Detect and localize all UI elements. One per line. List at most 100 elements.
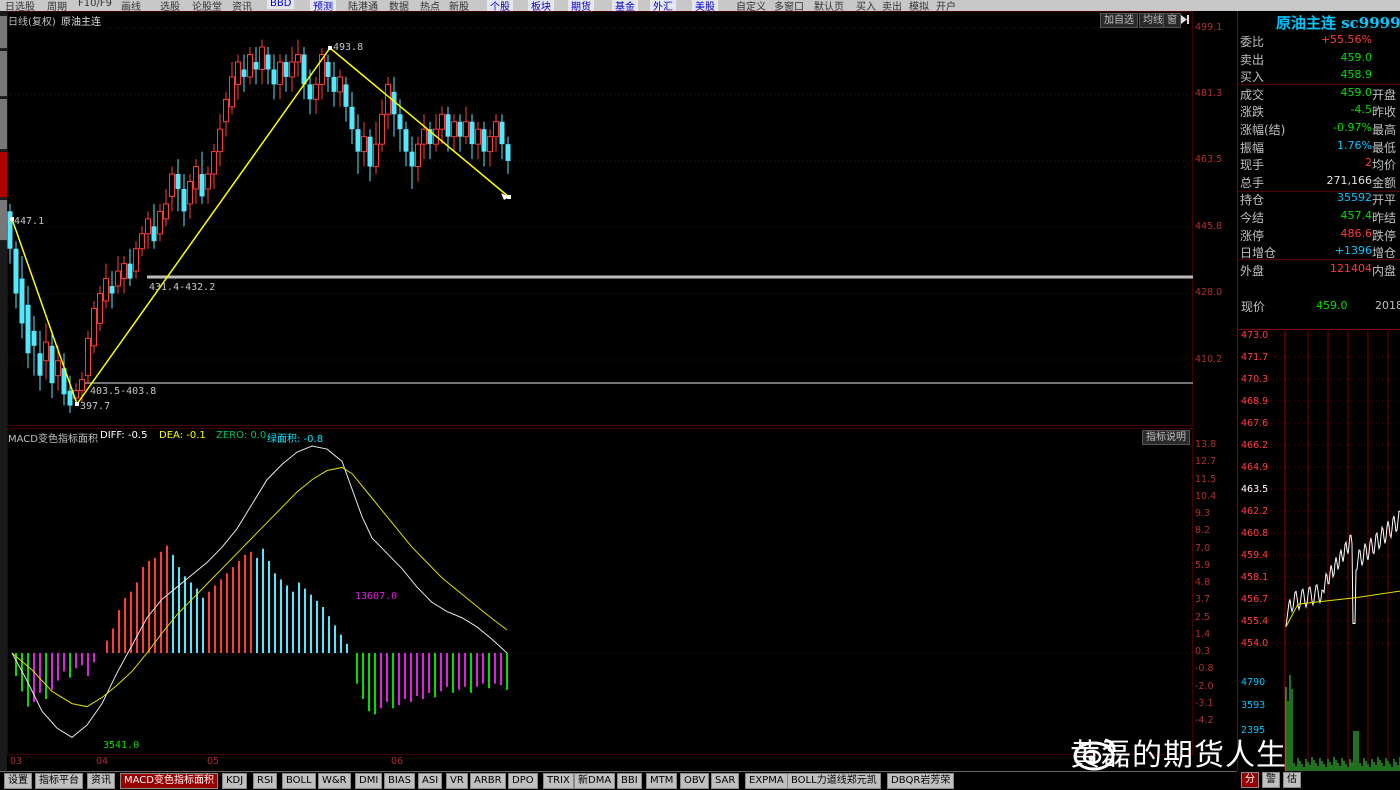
indicator-tab[interactable]: BIAS	[384, 773, 415, 789]
left-strip-button[interactable]	[0, 51, 7, 97]
menu-item[interactable]: 美股	[692, 0, 718, 11]
quote-row: 委比 +55.56%	[1240, 33, 1400, 50]
indicator-tab[interactable]: TRIX	[543, 773, 574, 789]
indicator-tab[interactable]: W&R	[318, 773, 351, 789]
quote-value: 271,166	[1326, 173, 1373, 187]
quote-value: 2	[1365, 156, 1372, 170]
menu-item[interactable]: 资讯	[232, 0, 252, 11]
tab-alert[interactable]: 警	[1262, 772, 1280, 788]
menu-item[interactable]: 板块	[528, 0, 554, 11]
indicator-tab[interactable]: 设置	[4, 773, 32, 789]
tab-intraday[interactable]: 分	[1241, 772, 1259, 788]
menu-item[interactable]: 多窗口	[774, 0, 804, 11]
quote-value: 457.4	[1340, 209, 1373, 222]
indicator-tab[interactable]: RSI	[253, 773, 278, 789]
candle-body-up	[133, 248, 139, 272]
candle-body-up	[97, 293, 103, 324]
menu-item[interactable]: 周期	[47, 0, 67, 11]
menu-item[interactable]: 基金	[612, 0, 638, 11]
candle-body-up	[259, 46, 265, 70]
mini-price-tick: 454.0	[1241, 638, 1269, 649]
indicator-tab[interactable]: BOLL力道线郑元凯	[787, 773, 881, 789]
indicator-tab[interactable]: 指标平台	[35, 773, 83, 789]
candle-body-up	[193, 166, 199, 190]
indicator-tab[interactable]: DMI	[355, 773, 383, 789]
dea-line	[11, 466, 508, 708]
candle-body-down	[25, 304, 31, 354]
current-price-label: 现价	[1241, 300, 1266, 314]
menu-item[interactable]: F10/F9	[78, 0, 112, 9]
quote-value: -0.97%	[1333, 121, 1372, 134]
macd-tick: 11.5	[1195, 474, 1217, 486]
menu-item[interactable]: 模拟	[909, 0, 929, 11]
quote-label: 现手	[1240, 158, 1265, 173]
menu-item[interactable]: 个股	[487, 0, 513, 11]
menu-item[interactable]: 外汇	[650, 0, 676, 11]
tab-estimate[interactable]: 估	[1283, 772, 1301, 788]
quote-separator	[1238, 259, 1400, 260]
candle-body-up	[79, 378, 85, 392]
menu-item[interactable]: 选股	[160, 0, 180, 11]
indicator-tab[interactable]: MTM	[646, 773, 678, 789]
menu-item[interactable]: 新股	[449, 0, 469, 11]
indicator-tab[interactable]: DBQR岩芳荣	[887, 773, 955, 789]
quote-row: 持仓 35592 开平	[1240, 191, 1400, 208]
quote-symbol-title: 原油主连 sc9999	[1276, 14, 1400, 32]
candle-body-up	[187, 180, 193, 205]
candle-body-up	[463, 121, 469, 138]
candle-body-down	[283, 61, 289, 77]
quote-value: 1.76%	[1337, 138, 1372, 152]
menu-item[interactable]: 预测	[310, 0, 336, 11]
left-strip-button[interactable]	[0, 200, 7, 241]
candle-body-down	[505, 144, 511, 161]
indicator-tab[interactable]: 资讯	[87, 773, 115, 789]
macd-tick: 4.8	[1195, 577, 1211, 588]
quote-label: 卖出	[1240, 52, 1265, 67]
menu-item[interactable]: 日选股	[5, 0, 35, 11]
left-strip-button-active[interactable]	[0, 152, 7, 198]
mini-price-tick: 459.4	[1241, 550, 1269, 561]
macd-indicator-chart[interactable]: MACD变色指标面积 DIFF: -0.5 DEA: -0.1 ZERO: 0.…	[7, 428, 1193, 755]
menu-item[interactable]: 期货	[568, 0, 594, 11]
menu-item[interactable]: 默认页	[814, 0, 844, 11]
macd-tick: 5.9	[1195, 560, 1211, 572]
quote-label-2: 跌停	[1372, 228, 1397, 243]
menu-item[interactable]: 卖出	[882, 0, 902, 11]
macd-tick: 3.7	[1195, 593, 1211, 605]
quote-label-2: 昨收	[1372, 105, 1397, 120]
indicator-tab[interactable]: MACD变色指标面积	[120, 773, 218, 789]
mini-price-tick: 464.9	[1241, 462, 1269, 473]
menu-item[interactable]: 买入	[856, 0, 876, 11]
trend-point	[328, 46, 332, 50]
indicator-tab[interactable]: BOLL	[282, 773, 316, 789]
menu-item[interactable]: 热点	[420, 0, 440, 11]
menu-item[interactable]: 画线	[121, 0, 141, 11]
indicator-tab[interactable]: SAR	[711, 773, 740, 789]
indicator-tab[interactable]: VR	[446, 773, 468, 789]
menu-item[interactable]: 论股堂	[192, 0, 222, 11]
indicator-tab[interactable]: DPO	[508, 773, 538, 789]
candle-body-down	[499, 121, 505, 145]
left-strip-button[interactable]	[0, 16, 7, 49]
indicator-tab[interactable]: EXPMA	[745, 773, 788, 789]
menu-item[interactable]: 自定义	[736, 0, 766, 11]
indicator-tab[interactable]: KDJ	[222, 773, 248, 789]
menu-item[interactable]: 数据	[389, 0, 409, 11]
indicator-tab[interactable]: 新DMA	[574, 773, 616, 789]
menu-item[interactable]: 陆港通	[348, 0, 378, 11]
candle-body-up	[493, 121, 499, 138]
menu-item[interactable]: 开户	[936, 0, 956, 11]
indicator-tab[interactable]: ASI	[418, 773, 443, 789]
indicator-tab[interactable]: OBV	[680, 773, 710, 789]
indicator-tab[interactable]: BBI	[617, 773, 642, 789]
menu-item[interactable]: BBD	[267, 0, 295, 9]
candle-body-down	[469, 121, 475, 145]
macd-tick: -0.8	[1195, 662, 1214, 674]
quote-row: 振幅 1.76% 最低	[1240, 139, 1400, 156]
candlestick-chart[interactable]: 日线(复权) 原油主连 加自选 均线 窗 493.8 447.1 397.7 431.…	[7, 11, 1193, 426]
left-strip-button[interactable]	[0, 99, 7, 150]
candle-body-down	[127, 263, 133, 279]
candle-body-up	[163, 203, 169, 220]
indicator-tab[interactable]: ARBR	[470, 773, 506, 789]
candle-body-up	[55, 360, 61, 377]
